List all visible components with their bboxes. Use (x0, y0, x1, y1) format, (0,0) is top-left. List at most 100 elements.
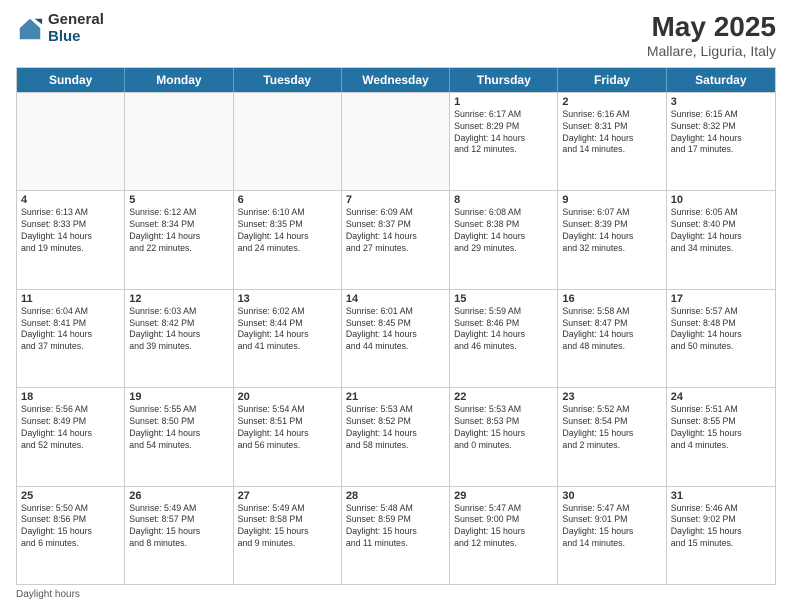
day-number: 20 (238, 391, 337, 403)
day-number: 8 (454, 194, 553, 206)
calendar-cell: 28Sunrise: 5:48 AM Sunset: 8:59 PM Dayli… (342, 487, 450, 584)
calendar-cell: 4Sunrise: 6:13 AM Sunset: 8:33 PM Daylig… (17, 191, 125, 288)
calendar: SundayMondayTuesdayWednesdayThursdayFrid… (16, 67, 776, 585)
day-number: 13 (238, 293, 337, 305)
calendar-cell: 14Sunrise: 6:01 AM Sunset: 8:45 PM Dayli… (342, 290, 450, 387)
day-number: 25 (21, 490, 120, 502)
day-info: Sunrise: 5:47 AM Sunset: 9:01 PM Dayligh… (562, 503, 661, 551)
calendar-week: 18Sunrise: 5:56 AM Sunset: 8:49 PM Dayli… (17, 387, 775, 485)
day-number: 28 (346, 490, 445, 502)
day-number: 22 (454, 391, 553, 403)
calendar-header-cell: Thursday (450, 68, 558, 92)
day-info: Sunrise: 5:54 AM Sunset: 8:51 PM Dayligh… (238, 404, 337, 452)
page: General Blue May 2025 Mallare, Liguria, … (0, 0, 792, 612)
day-info: Sunrise: 6:02 AM Sunset: 8:44 PM Dayligh… (238, 306, 337, 354)
day-info: Sunrise: 6:01 AM Sunset: 8:45 PM Dayligh… (346, 306, 445, 354)
calendar-cell: 25Sunrise: 5:50 AM Sunset: 8:56 PM Dayli… (17, 487, 125, 584)
day-info: Sunrise: 6:16 AM Sunset: 8:31 PM Dayligh… (562, 109, 661, 157)
day-info: Sunrise: 5:47 AM Sunset: 9:00 PM Dayligh… (454, 503, 553, 551)
calendar-cell: 10Sunrise: 6:05 AM Sunset: 8:40 PM Dayli… (667, 191, 775, 288)
calendar-cell: 27Sunrise: 5:49 AM Sunset: 8:58 PM Dayli… (234, 487, 342, 584)
calendar-cell: 26Sunrise: 5:49 AM Sunset: 8:57 PM Dayli… (125, 487, 233, 584)
calendar-header: SundayMondayTuesdayWednesdayThursdayFrid… (17, 68, 775, 92)
day-info: Sunrise: 5:55 AM Sunset: 8:50 PM Dayligh… (129, 404, 228, 452)
day-number: 19 (129, 391, 228, 403)
day-info: Sunrise: 6:03 AM Sunset: 8:42 PM Dayligh… (129, 306, 228, 354)
day-info: Sunrise: 6:17 AM Sunset: 8:29 PM Dayligh… (454, 109, 553, 157)
day-info: Sunrise: 6:08 AM Sunset: 8:38 PM Dayligh… (454, 207, 553, 255)
calendar-cell: 29Sunrise: 5:47 AM Sunset: 9:00 PM Dayli… (450, 487, 558, 584)
calendar-cell: 12Sunrise: 6:03 AM Sunset: 8:42 PM Dayli… (125, 290, 233, 387)
day-info: Sunrise: 5:58 AM Sunset: 8:47 PM Dayligh… (562, 306, 661, 354)
calendar-cell: 3Sunrise: 6:15 AM Sunset: 8:32 PM Daylig… (667, 93, 775, 190)
calendar-body: 1Sunrise: 6:17 AM Sunset: 8:29 PM Daylig… (17, 92, 775, 584)
day-number: 10 (671, 194, 771, 206)
calendar-cell: 23Sunrise: 5:52 AM Sunset: 8:54 PM Dayli… (558, 388, 666, 485)
calendar-cell (125, 93, 233, 190)
day-number: 2 (562, 96, 661, 108)
calendar-header-cell: Saturday (667, 68, 775, 92)
day-number: 27 (238, 490, 337, 502)
calendar-cell: 1Sunrise: 6:17 AM Sunset: 8:29 PM Daylig… (450, 93, 558, 190)
day-number: 9 (562, 194, 661, 206)
header: General Blue May 2025 Mallare, Liguria, … (16, 12, 776, 59)
day-number: 31 (671, 490, 771, 502)
title-block: May 2025 Mallare, Liguria, Italy (647, 12, 776, 59)
day-info: Sunrise: 6:07 AM Sunset: 8:39 PM Dayligh… (562, 207, 661, 255)
calendar-cell: 20Sunrise: 5:54 AM Sunset: 8:51 PM Dayli… (234, 388, 342, 485)
day-number: 15 (454, 293, 553, 305)
day-info: Sunrise: 5:49 AM Sunset: 8:57 PM Dayligh… (129, 503, 228, 551)
footer-note: Daylight hours (16, 589, 776, 600)
day-info: Sunrise: 6:05 AM Sunset: 8:40 PM Dayligh… (671, 207, 771, 255)
calendar-cell (342, 93, 450, 190)
day-number: 3 (671, 96, 771, 108)
day-info: Sunrise: 6:10 AM Sunset: 8:35 PM Dayligh… (238, 207, 337, 255)
logo: General Blue (16, 12, 104, 45)
calendar-cell: 2Sunrise: 6:16 AM Sunset: 8:31 PM Daylig… (558, 93, 666, 190)
calendar-week: 1Sunrise: 6:17 AM Sunset: 8:29 PM Daylig… (17, 92, 775, 190)
day-number: 5 (129, 194, 228, 206)
day-info: Sunrise: 6:13 AM Sunset: 8:33 PM Dayligh… (21, 207, 120, 255)
logo-blue: Blue (48, 29, 104, 46)
day-info: Sunrise: 5:57 AM Sunset: 8:48 PM Dayligh… (671, 306, 771, 354)
calendar-header-cell: Friday (558, 68, 666, 92)
title-month: May 2025 (647, 12, 776, 43)
day-number: 17 (671, 293, 771, 305)
day-number: 4 (21, 194, 120, 206)
day-info: Sunrise: 5:51 AM Sunset: 8:55 PM Dayligh… (671, 404, 771, 452)
calendar-cell (234, 93, 342, 190)
day-number: 11 (21, 293, 120, 305)
logo-general: General (48, 12, 104, 29)
day-number: 6 (238, 194, 337, 206)
day-number: 30 (562, 490, 661, 502)
logo-icon (16, 15, 44, 43)
calendar-cell: 31Sunrise: 5:46 AM Sunset: 9:02 PM Dayli… (667, 487, 775, 584)
day-number: 23 (562, 391, 661, 403)
calendar-cell: 15Sunrise: 5:59 AM Sunset: 8:46 PM Dayli… (450, 290, 558, 387)
day-info: Sunrise: 5:56 AM Sunset: 8:49 PM Dayligh… (21, 404, 120, 452)
calendar-cell: 22Sunrise: 5:53 AM Sunset: 8:53 PM Dayli… (450, 388, 558, 485)
day-info: Sunrise: 6:15 AM Sunset: 8:32 PM Dayligh… (671, 109, 771, 157)
day-info: Sunrise: 5:48 AM Sunset: 8:59 PM Dayligh… (346, 503, 445, 551)
calendar-week: 11Sunrise: 6:04 AM Sunset: 8:41 PM Dayli… (17, 289, 775, 387)
calendar-cell: 9Sunrise: 6:07 AM Sunset: 8:39 PM Daylig… (558, 191, 666, 288)
calendar-cell: 7Sunrise: 6:09 AM Sunset: 8:37 PM Daylig… (342, 191, 450, 288)
calendar-cell: 17Sunrise: 5:57 AM Sunset: 8:48 PM Dayli… (667, 290, 775, 387)
calendar-cell: 24Sunrise: 5:51 AM Sunset: 8:55 PM Dayli… (667, 388, 775, 485)
calendar-week: 4Sunrise: 6:13 AM Sunset: 8:33 PM Daylig… (17, 190, 775, 288)
calendar-header-cell: Tuesday (234, 68, 342, 92)
day-info: Sunrise: 5:53 AM Sunset: 8:52 PM Dayligh… (346, 404, 445, 452)
day-number: 26 (129, 490, 228, 502)
calendar-header-cell: Sunday (17, 68, 125, 92)
calendar-cell: 13Sunrise: 6:02 AM Sunset: 8:44 PM Dayli… (234, 290, 342, 387)
day-info: Sunrise: 5:50 AM Sunset: 8:56 PM Dayligh… (21, 503, 120, 551)
day-info: Sunrise: 5:59 AM Sunset: 8:46 PM Dayligh… (454, 306, 553, 354)
day-number: 12 (129, 293, 228, 305)
day-info: Sunrise: 5:53 AM Sunset: 8:53 PM Dayligh… (454, 404, 553, 452)
day-number: 24 (671, 391, 771, 403)
day-number: 7 (346, 194, 445, 206)
calendar-cell (17, 93, 125, 190)
day-number: 29 (454, 490, 553, 502)
calendar-cell: 6Sunrise: 6:10 AM Sunset: 8:35 PM Daylig… (234, 191, 342, 288)
day-number: 1 (454, 96, 553, 108)
